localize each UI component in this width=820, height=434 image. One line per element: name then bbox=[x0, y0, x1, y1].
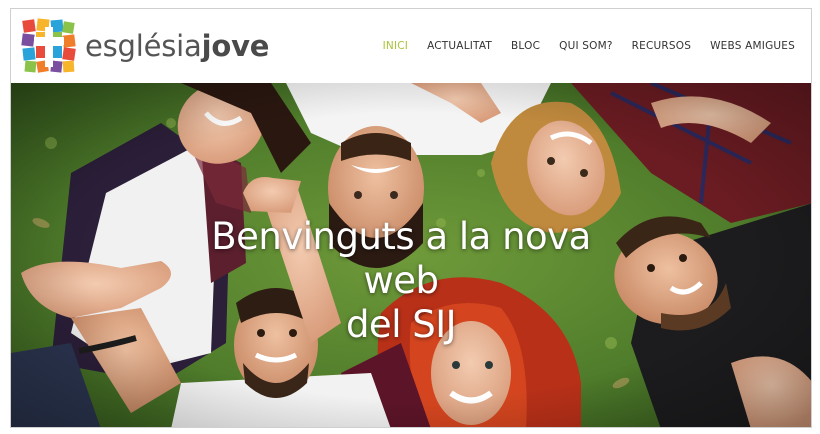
main-nav: INICI ACTUALITAT BLOC QUI SOM? RECURSOS … bbox=[364, 9, 795, 83]
site-name-bold: jove bbox=[201, 29, 270, 63]
hero-title: Benvinguts a la nova web del SIJ bbox=[211, 215, 591, 347]
cross-mosaic-icon bbox=[21, 18, 76, 73]
nav-item-recursos[interactable]: RECURSOS bbox=[632, 40, 691, 52]
site-header: esglésiajove INICI ACTUALITAT BLOC QUI S… bbox=[11, 9, 811, 83]
nav-item-inici[interactable]: INICI bbox=[383, 40, 408, 52]
nav-item-bloc[interactable]: BLOC bbox=[511, 40, 540, 52]
site-name-light: església bbox=[85, 29, 202, 63]
site-name: esglésiajove bbox=[85, 29, 269, 63]
hero-title-line-2: del SIJ bbox=[345, 303, 457, 346]
nav-item-qui-som[interactable]: QUI SOM? bbox=[559, 40, 613, 52]
nav-item-webs-amigues[interactable]: WEBS AMIGUES bbox=[710, 40, 795, 52]
hero-banner: Benvinguts a la nova web del SIJ bbox=[11, 83, 811, 427]
browser-viewport: esglésiajove INICI ACTUALITAT BLOC QUI S… bbox=[10, 8, 812, 428]
site-logo[interactable]: esglésiajove bbox=[21, 16, 269, 76]
nav-item-actualitat[interactable]: ACTUALITAT bbox=[427, 40, 492, 52]
hero-title-line-1: Benvinguts a la nova web bbox=[211, 215, 591, 302]
